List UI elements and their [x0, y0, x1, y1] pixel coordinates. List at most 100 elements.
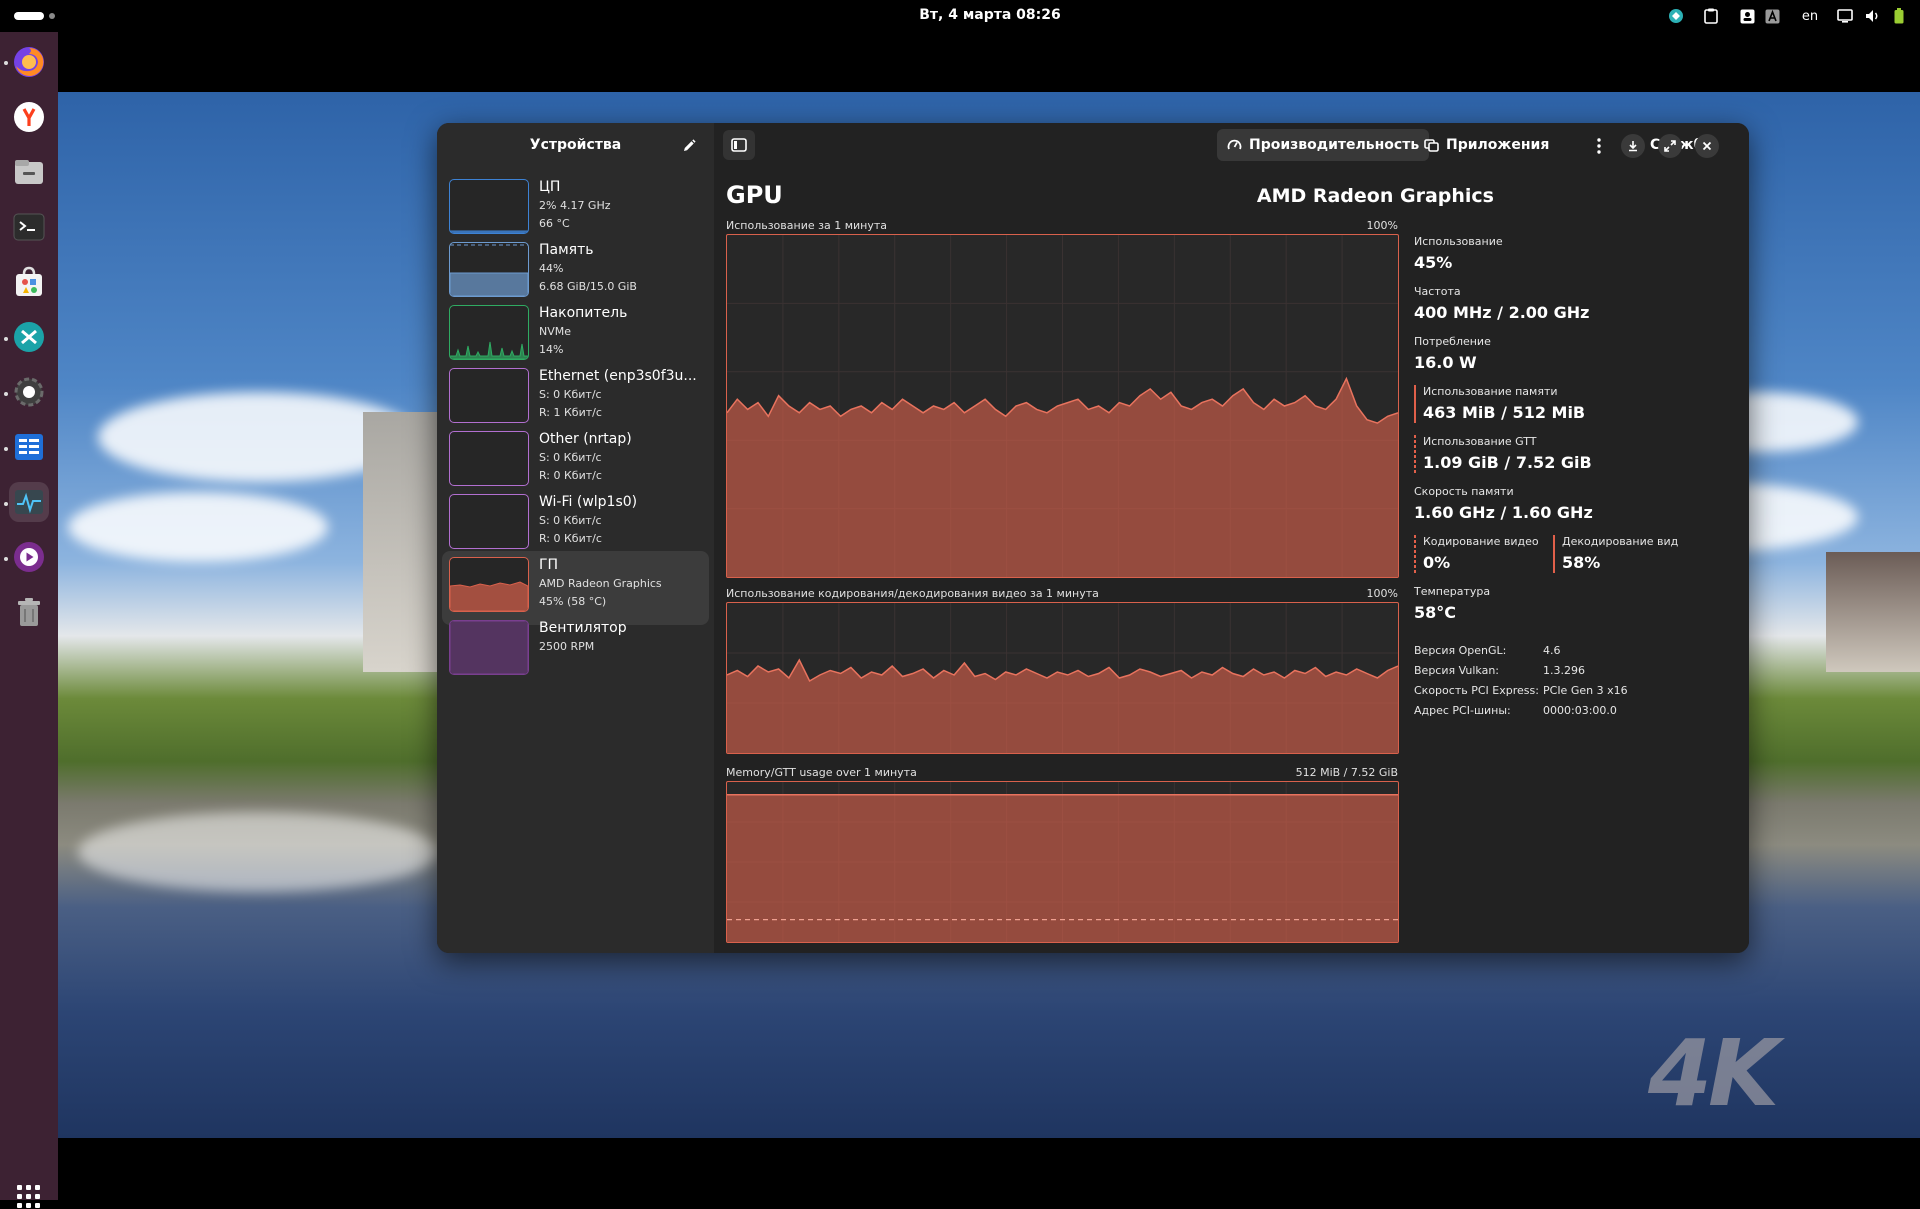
dock-item-remote-desktop[interactable]	[9, 317, 49, 357]
clock[interactable]: Вт, 4 марта 08:26	[0, 7, 1920, 23]
firefox-icon	[14, 47, 44, 77]
main-menu-button[interactable]	[1587, 134, 1611, 158]
memory-graph-max: 512 MiB / 7.52 GiB	[1295, 766, 1398, 779]
device-detail: 2% 4.17 GHz	[539, 199, 611, 212]
show-apps-grid-icon[interactable]	[17, 1185, 41, 1209]
device-detail: R: 0 Кбит/с	[539, 532, 602, 545]
dock-item-yandex[interactable]	[9, 97, 49, 137]
frequency-value: 400 MHz / 2.00 GHz	[1414, 303, 1590, 322]
device-mini-graph	[449, 242, 529, 297]
clipboard-icon[interactable]	[1701, 7, 1721, 25]
contact-card-icon[interactable]	[1737, 7, 1757, 25]
screen-icon[interactable]	[1835, 7, 1855, 25]
device-detail: 45% (58 °C)	[539, 595, 607, 608]
dock-item-planner[interactable]	[9, 427, 49, 467]
cloud	[68, 492, 328, 562]
dock-item-software[interactable]	[9, 262, 49, 302]
tab-performance-label: Производительность	[1249, 137, 1420, 153]
tab-performance[interactable]: Производительность	[1217, 129, 1430, 161]
terminal-icon	[13, 213, 45, 241]
dock-item-media-player[interactable]	[9, 537, 49, 577]
tab-applications[interactable]: Приложения	[1414, 129, 1559, 161]
remote-desktop-tray-icon[interactable]	[1666, 7, 1686, 25]
toggle-sidebar-button[interactable]	[723, 130, 755, 160]
usage-graph-max: 100%	[1366, 219, 1398, 232]
memory-usage-value: 463 MiB / 512 MiB	[1423, 403, 1586, 422]
device-detail: 14%	[539, 343, 564, 356]
decode-bar	[1553, 535, 1555, 573]
power-value: 16.0 W	[1414, 353, 1477, 372]
device-detail: R: 0 Кбит/с	[539, 469, 602, 482]
dock-item-firefox[interactable]	[9, 42, 49, 82]
close-button[interactable]	[1695, 134, 1719, 158]
dock-item-system-monitor[interactable]	[9, 482, 49, 522]
vulkan-label: Версия Vulkan:	[1414, 664, 1500, 677]
tab-applications-label: Приложения	[1446, 137, 1550, 153]
page-title: GPU	[726, 181, 783, 209]
gtt-usage-label: Использование GTT	[1423, 435, 1537, 448]
device-mini-graph-plot	[450, 244, 528, 296]
media-player-icon	[14, 542, 44, 572]
device-detail: S: 0 Кбит/с	[539, 451, 602, 464]
files-icon	[15, 160, 43, 184]
top-bar: Вт, 4 марта 08:26 en	[0, 0, 1920, 32]
device-mini-graph-plot	[450, 369, 528, 422]
video-encode-value: 0%	[1423, 553, 1451, 572]
codec-graph-label: Использование кодирования/декодирования …	[726, 587, 1099, 600]
device-detail: AMD Radeon Graphics	[539, 577, 662, 590]
software-center-icon	[16, 266, 42, 296]
pcie-speed-value: PCIe Gen 3 x16	[1543, 684, 1628, 697]
dock-item-terminal[interactable]	[9, 207, 49, 247]
edit-button[interactable]	[678, 135, 700, 157]
running-indicator	[4, 447, 8, 451]
wallpaper-4k-badge: 4K	[1648, 1020, 1779, 1127]
opengl-label: Версия OpenGL:	[1414, 644, 1507, 657]
memory-usage-bar	[1414, 385, 1416, 423]
maximize-button[interactable]	[1658, 134, 1682, 158]
trash-icon	[18, 598, 40, 626]
device-name: Накопитель	[539, 305, 628, 321]
device-mini-graph	[449, 179, 529, 234]
volume-icon[interactable]	[1863, 7, 1883, 25]
running-indicator	[4, 557, 8, 561]
running-indicator	[4, 502, 8, 506]
power-label: Потребление	[1414, 335, 1491, 348]
kebab-menu-icon	[1597, 138, 1601, 154]
close-icon	[1702, 141, 1712, 151]
gtt-usage-bar	[1414, 435, 1416, 473]
header-bar: Производительность Приложения Службы	[714, 123, 1749, 169]
device-detail: 44%	[539, 262, 564, 275]
export-button[interactable]	[1621, 134, 1645, 158]
device-mini-graph-plot	[450, 432, 528, 485]
dock-item-trash[interactable]	[9, 592, 49, 632]
running-indicator	[4, 61, 8, 65]
usage-graph-label: Использование за 1 минута	[726, 219, 887, 232]
running-indicator	[4, 392, 8, 396]
dock	[0, 32, 58, 1208]
device-name: ЦП	[539, 179, 561, 195]
sidebar-toggle-icon	[731, 138, 747, 152]
temperature-value: 58°C	[1414, 603, 1457, 622]
device-detail: 66 °C	[539, 217, 570, 230]
temperature-label: Температура	[1414, 585, 1491, 598]
keyboard-a-icon[interactable]	[1762, 7, 1782, 25]
device-mini-graph	[449, 557, 529, 612]
dock-item-settings[interactable]	[9, 372, 49, 412]
gpu-model-name: AMD Radeon Graphics	[1256, 185, 1494, 207]
device-name: Ethernet (enp3s0f3u...	[539, 368, 697, 384]
sidebar-device-item[interactable]: Вентилятор 2500 RPM	[442, 614, 709, 688]
device-mini-graph-plot	[450, 495, 528, 548]
pci-address-label: Адрес PCI-шины:	[1414, 704, 1511, 717]
device-mini-graph-plot	[450, 581, 528, 611]
device-mini-graph-plot	[450, 341, 528, 359]
main-panel: Производительность Приложения Службы GPU…	[714, 123, 1749, 953]
battery-icon[interactable]	[1889, 7, 1909, 25]
video-decode-label: Декодирование вид	[1562, 535, 1679, 548]
codec-graph-max: 100%	[1366, 587, 1398, 600]
device-detail: NVMe	[539, 325, 572, 338]
device-detail: S: 0 Кбит/с	[539, 388, 602, 401]
dock-item-files[interactable]	[9, 152, 49, 192]
device-mini-graph	[449, 494, 529, 549]
language-indicator[interactable]: en	[1799, 7, 1821, 25]
codec-graph	[726, 602, 1399, 754]
